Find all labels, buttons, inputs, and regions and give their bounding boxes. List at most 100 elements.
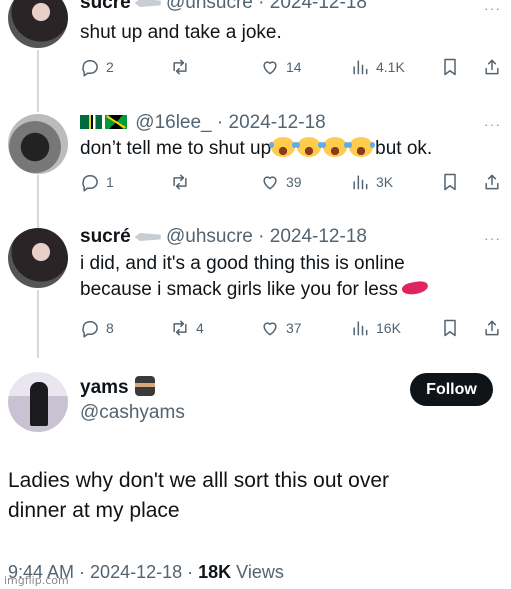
kiss-mark-icon (400, 279, 429, 297)
more-icon[interactable]: ··· (484, 230, 501, 246)
like-button[interactable]: 14 (260, 57, 302, 77)
author-name-text: yams (80, 377, 129, 398)
jamaica-flag-icon (105, 115, 127, 129)
pen-emoji-icon (134, 0, 161, 7)
thread-line (37, 290, 39, 358)
like-count: 14 (286, 59, 302, 75)
views-icon (353, 175, 368, 190)
repost-button[interactable] (170, 57, 196, 77)
thread-line (37, 50, 39, 112)
tweet-header: sucré @uhsucre · 2024-12-18 (80, 226, 367, 248)
reply-button[interactable]: 2 (80, 57, 114, 77)
main-tweet-text: Ladies why don't we alll sort this out o… (8, 466, 389, 526)
share-button[interactable] (482, 318, 502, 338)
tweet-text: because i smack girls like you for less (80, 277, 429, 303)
author-name[interactable]: sucré (80, 226, 131, 247)
reply-icon (82, 175, 98, 192)
views-button[interactable]: 3K (350, 172, 393, 192)
like-icon (263, 322, 277, 336)
tweet-date[interactable]: 2024-12-18 (270, 226, 367, 247)
bookmark-button[interactable] (440, 172, 460, 192)
views-icon (353, 321, 368, 336)
separator: · (182, 562, 199, 582)
share-button[interactable] (482, 172, 502, 192)
watermark: imgflip.com (4, 574, 69, 587)
author-name[interactable]: sucre (80, 0, 131, 13)
tweet-text-part: don’t tell me to shut up (80, 138, 272, 159)
main-tweet-line: dinner at my place (8, 499, 180, 522)
bookmark-button[interactable] (440, 318, 460, 338)
bookmark-icon (444, 173, 456, 191)
views-count: 18K (198, 562, 232, 582)
main-tweet-line: Ladies why don't we alll sort this out o… (8, 469, 390, 492)
tweet-text-part: but ok. (375, 138, 433, 159)
laughing-emoji-icon (321, 137, 350, 157)
like-icon (263, 176, 277, 190)
separator: · (74, 562, 91, 582)
views-button[interactable]: 4.1K (350, 57, 405, 77)
ninja-emoji-icon (134, 376, 155, 396)
avatar[interactable] (8, 372, 68, 432)
bookmark-icon (444, 319, 456, 337)
author-handle[interactable]: @16lee_ (135, 112, 211, 133)
tweet-text: i did, and it's a good thing this is onl… (80, 253, 405, 274)
share-icon (485, 174, 499, 190)
author-handle[interactable]: @uhsucre (166, 0, 253, 13)
reply-button[interactable]: 8 (80, 318, 114, 338)
author-name[interactable]: yams (80, 376, 155, 399)
laughing-emoji-icon (295, 137, 324, 157)
views-count: 3K (376, 174, 394, 190)
tweet-header: @16lee_ · 2024-12-18 (80, 112, 326, 134)
views-button[interactable]: 16K (350, 318, 401, 338)
share-icon (485, 320, 499, 336)
avatar[interactable] (8, 228, 68, 288)
avatar[interactable] (8, 0, 68, 48)
bookmark-button[interactable] (440, 57, 460, 77)
like-count: 37 (286, 320, 302, 336)
tweet-date[interactable]: 2024-12-18 (270, 0, 367, 13)
pen-emoji-icon (134, 232, 161, 241)
share-icon (485, 59, 499, 75)
separator: · (211, 112, 229, 133)
views-label: Views (236, 562, 284, 582)
laughing-emoji-icon (269, 137, 298, 157)
repost-icon (173, 59, 187, 75)
repost-button[interactable] (170, 172, 196, 192)
tweet-date[interactable]: 2024-12-18 (90, 562, 182, 582)
tweet-actions: 2 14 4.1K (80, 57, 505, 81)
views-icon (353, 60, 368, 75)
avatar[interactable] (8, 114, 68, 174)
dominica-flag-icon (80, 115, 102, 129)
follow-button[interactable]: Follow (410, 373, 493, 406)
separator: · (252, 0, 270, 13)
repost-button[interactable]: 4 (170, 318, 204, 338)
reply-count: 1 (106, 174, 114, 190)
reply-button[interactable]: 1 (80, 172, 114, 192)
tweet-date[interactable]: 2024-12-18 (229, 112, 326, 133)
author-handle[interactable]: @cashyams (80, 402, 185, 424)
views-count: 4.1K (376, 59, 405, 75)
like-button[interactable]: 37 (260, 318, 302, 338)
reply-icon (82, 321, 98, 338)
more-icon[interactable]: ··· (484, 116, 501, 132)
like-count: 39 (286, 174, 302, 190)
separator: · (252, 226, 270, 247)
reply-icon (82, 60, 98, 77)
tweet-header: sucre @uhsucre · 2024-12-18 (80, 0, 367, 14)
repost-icon (173, 174, 187, 190)
like-button[interactable]: 39 (260, 172, 302, 192)
author-handle[interactable]: @uhsucre (166, 226, 253, 247)
laughing-emoji-icon (347, 137, 376, 157)
tweet-actions: 1 39 3K (80, 172, 505, 196)
share-button[interactable] (482, 57, 502, 77)
repost-count: 4 (196, 320, 204, 336)
views-count: 16K (376, 320, 401, 336)
tweet-text: shut up and take a joke. (80, 22, 282, 43)
reply-count: 2 (106, 59, 114, 75)
tweet-text-part: because i smack girls like you for less (80, 279, 398, 300)
reply-count: 8 (106, 320, 114, 336)
thread-line (37, 175, 39, 230)
bookmark-icon (444, 58, 456, 76)
tweet-text: don’t tell me to shut up but ok. (80, 136, 432, 162)
more-icon[interactable]: ··· (484, 0, 501, 16)
